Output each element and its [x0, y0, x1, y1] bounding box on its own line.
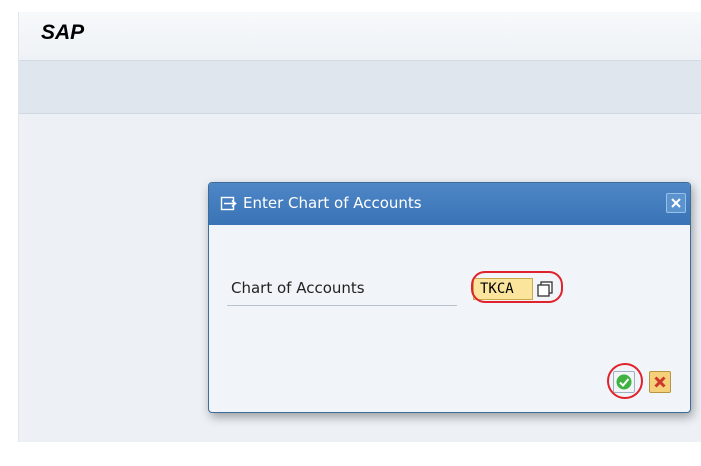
dialog-entry-icon	[220, 195, 238, 213]
cancel-x-icon	[654, 376, 666, 388]
app-title: SAP	[41, 21, 85, 44]
input-highlight-annotation	[471, 271, 563, 303]
chart-of-accounts-label: Chart of Accounts	[231, 279, 365, 297]
dialog-header: Enter Chart of Accounts	[209, 183, 690, 225]
cancel-button[interactable]	[649, 371, 671, 393]
close-button[interactable]	[666, 193, 686, 213]
toolbar	[19, 61, 701, 114]
confirm-highlight-annotation	[607, 363, 643, 399]
sap-screen: SAP Enter Chart of Accounts Chart of Acc…	[0, 0, 701, 466]
title-bar: SAP	[19, 12, 701, 61]
chart-of-accounts-row: Chart of Accounts TKCA	[227, 271, 563, 307]
close-icon	[671, 198, 681, 208]
chart-of-accounts-dialog: Enter Chart of Accounts Chart of Account…	[208, 182, 691, 413]
footer-divider	[443, 348, 456, 349]
field-divider	[227, 305, 457, 306]
dialog-title: Enter Chart of Accounts	[243, 194, 422, 212]
